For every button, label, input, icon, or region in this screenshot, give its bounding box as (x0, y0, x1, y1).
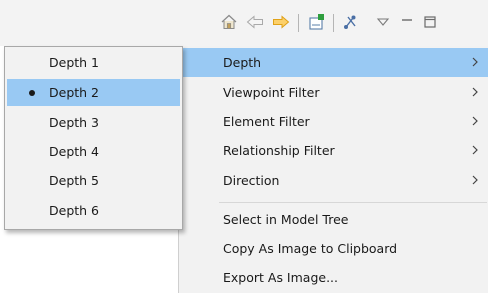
home-icon[interactable] (219, 11, 239, 33)
submenu-item-depth-5[interactable]: Depth 5 (7, 167, 180, 194)
menu-item-label: Element Filter (223, 114, 310, 129)
menu-item-copy-as-image[interactable]: Copy As Image to Clipboard (179, 234, 488, 263)
submenu-item-label: Depth 6 (49, 203, 99, 218)
minimize-icon[interactable] (397, 11, 417, 33)
submenu-item-label: Depth 2 (49, 85, 99, 100)
menu-item-label: Select in Model Tree (223, 212, 349, 227)
menu-item-label: Direction (223, 173, 280, 188)
view-toolbar (0, 0, 488, 46)
menu-item-label: Export As Image... (223, 270, 338, 285)
menu-item-depth[interactable]: Depth (179, 48, 488, 77)
context-menu: Depth Viewpoint Filter Element Filter Re… (178, 46, 488, 293)
menu-item-viewpoint-filter[interactable]: Viewpoint Filter (179, 78, 488, 107)
submenu-item-depth-3[interactable]: Depth 3 (7, 109, 180, 136)
menu-separator (219, 202, 487, 203)
submenu-item-depth-4[interactable]: Depth 4 (7, 138, 180, 165)
menu-item-label: Copy As Image to Clipboard (223, 241, 398, 256)
menu-item-label: Relationship Filter (223, 143, 335, 158)
submenu-item-label: Depth 3 (49, 115, 99, 130)
back-arrow-icon[interactable] (245, 11, 265, 33)
toolbar-separator (298, 14, 299, 32)
forward-arrow-icon[interactable] (271, 11, 291, 33)
layout-icon[interactable] (341, 11, 361, 33)
chevron-right-icon (472, 87, 478, 97)
maximize-icon[interactable] (420, 11, 440, 33)
submenu-item-depth-2[interactable]: Depth 2 (7, 79, 180, 106)
view-menu-icon[interactable] (373, 11, 393, 33)
submenu-item-label: Depth 1 (49, 55, 99, 70)
selected-bullet-icon (29, 90, 35, 96)
submenu-item-depth-1[interactable]: Depth 1 (7, 49, 180, 76)
depth-submenu: Depth 1 Depth 2 Depth 3 Depth 4 Depth 5 … (4, 46, 183, 230)
chevron-right-icon (472, 116, 478, 126)
submenu-item-label: Depth 4 (49, 144, 99, 159)
menu-item-export-as-image[interactable]: Export As Image... (179, 263, 488, 292)
menu-item-relationship-filter[interactable]: Relationship Filter (179, 136, 488, 165)
menu-item-element-filter[interactable]: Element Filter (179, 107, 488, 136)
menu-item-label: Viewpoint Filter (223, 85, 320, 100)
new-viewpoint-icon[interactable] (307, 11, 327, 33)
menu-item-label: Depth (223, 55, 262, 70)
chevron-right-icon (472, 175, 478, 185)
submenu-item-label: Depth 5 (49, 173, 99, 188)
chevron-right-icon (472, 57, 478, 67)
menu-item-direction[interactable]: Direction (179, 166, 488, 195)
submenu-item-depth-6[interactable]: Depth 6 (7, 197, 180, 224)
menu-item-select-in-model-tree[interactable]: Select in Model Tree (179, 205, 488, 234)
toolbar-separator (333, 14, 334, 32)
chevron-right-icon (472, 145, 478, 155)
